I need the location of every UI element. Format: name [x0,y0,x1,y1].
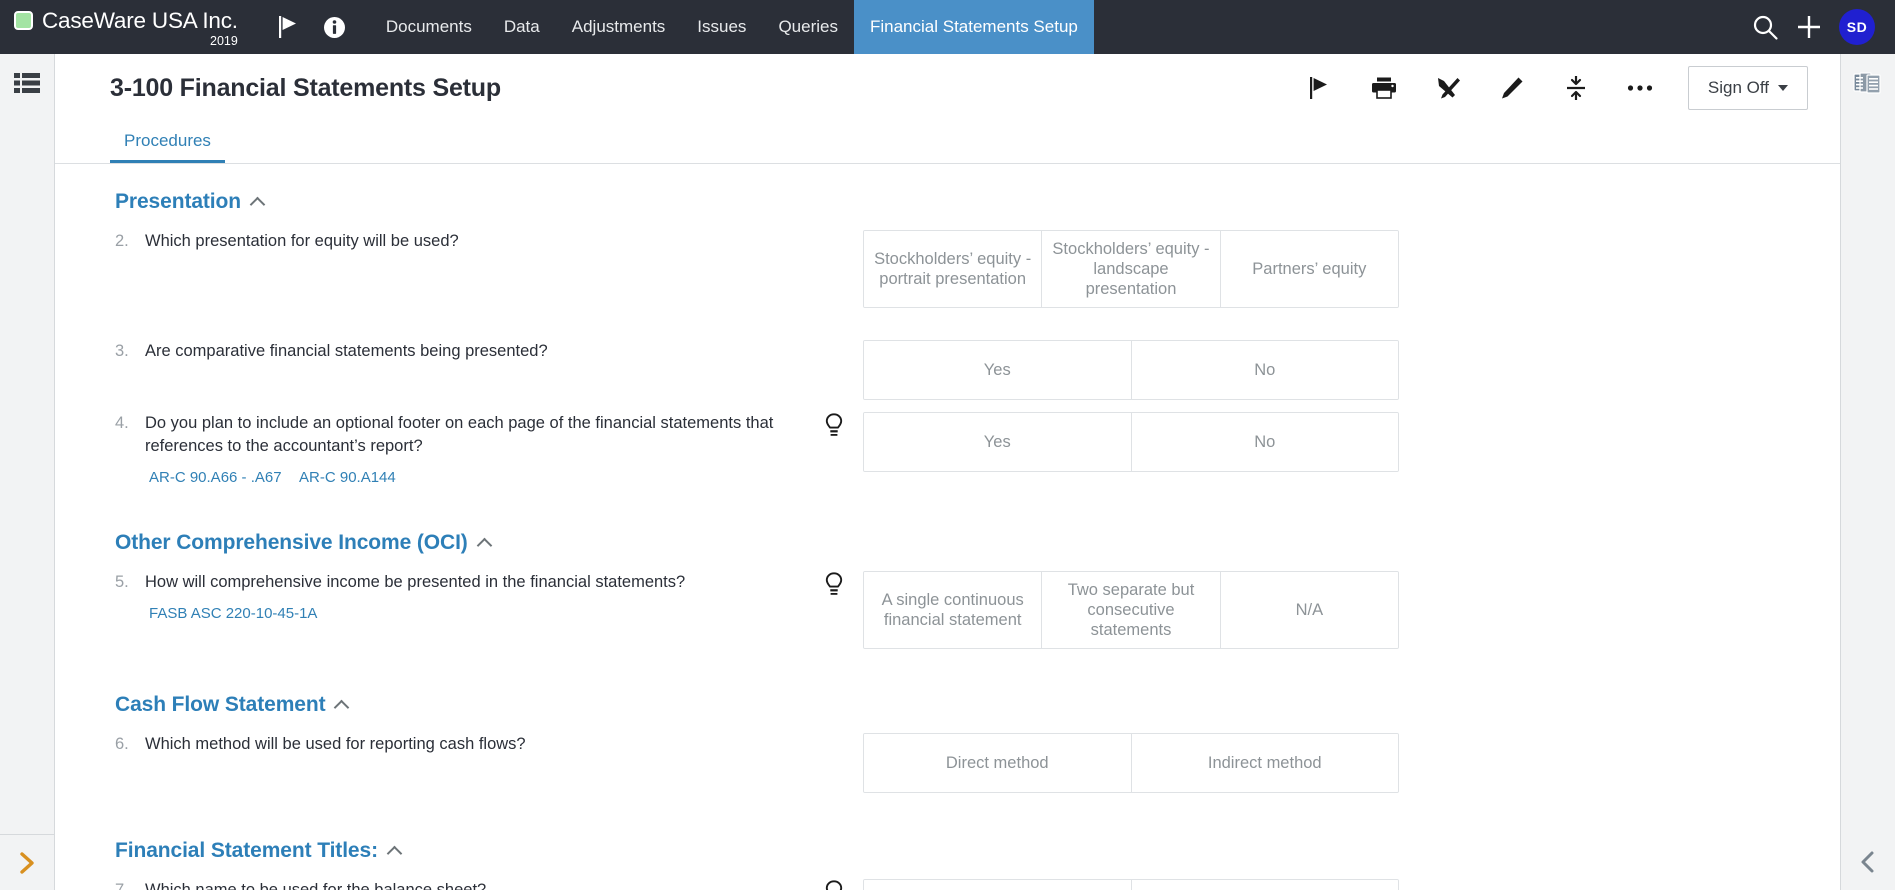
flag-icon[interactable] [266,0,312,54]
menu-item-queries[interactable]: Queries [762,0,854,54]
option-button[interactable]: Statement of Financial Position [1131,880,1399,890]
question-text: Which name to be used for the balance sh… [145,879,805,890]
add-icon[interactable] [1795,13,1823,41]
option-button[interactable]: Partners’ equity [1220,231,1398,307]
brand-name: CaseWare USA Inc. [33,7,238,34]
menu-item-financial-statements-setup[interactable]: Financial Statements Setup [854,0,1094,54]
option-button[interactable]: N/A [1220,572,1398,648]
chevron-up-icon[interactable] [334,700,350,716]
option-button[interactable]: Balance Sheet [864,880,1131,890]
document-list-icon[interactable] [14,72,40,99]
section-presentation: Presentation 2. Which presentation for e… [55,190,1840,487]
flag-icon[interactable] [1288,65,1352,111]
question-text: Are comparative financial statements bei… [145,340,805,363]
sign-off-label: Sign Off [1708,78,1769,98]
caseware-logo-icon [14,11,33,30]
avatar[interactable]: SD [1839,9,1875,45]
option-button[interactable]: Yes [864,341,1131,399]
lightbulb-icon[interactable] [825,413,843,442]
pencil-icon[interactable] [1480,65,1544,111]
answer-options: Yes No [863,412,1399,472]
left-rail [0,54,55,890]
info-icon[interactable] [312,0,358,54]
brand-logo[interactable]: CaseWare USA Inc. 2019 [0,0,238,54]
section-title: Financial Statement Titles: [115,839,378,863]
collapse-all-icon[interactable] [1544,65,1608,111]
bulb-slot [805,230,863,231]
right-rail [1840,54,1895,890]
menu-item-issues[interactable]: Issues [681,0,762,54]
brand-year: 2019 [33,35,238,48]
collapse-panel-button[interactable] [1841,834,1895,890]
question-number: 2. [115,230,145,251]
answer-options: Direct method Indirect method [863,733,1399,793]
lightbulb-icon[interactable] [825,572,843,601]
section-title: Other Comprehensive Income (OCI) [115,531,468,555]
print-icon[interactable] [1352,65,1416,111]
option-button[interactable]: No [1131,341,1399,399]
section-title: Cash Flow Statement [115,693,325,717]
chevron-up-icon[interactable] [476,538,492,554]
answer-options: Balance Sheet Statement of Financial Pos… [863,879,1399,890]
section-cash-flow-statement: Cash Flow Statement 6. Which method will… [55,693,1840,795]
option-button[interactable]: Yes [864,413,1131,471]
option-button[interactable]: Stockholders’ equity - portrait presenta… [864,231,1041,307]
main-content: 3-100 Financial Statements Setup [55,54,1840,890]
question-text: How will comprehensive income be present… [145,571,805,594]
section-financial-statement-titles: Financial Statement Titles: 7. Which nam… [55,839,1840,890]
option-button[interactable]: Two separate but consecutive statements [1041,572,1219,648]
expand-panel-button[interactable] [0,834,54,890]
answer-options: Yes No [863,340,1399,400]
bulb-slot [805,733,863,734]
search-icon[interactable] [1752,14,1779,41]
tab-procedures[interactable]: Procedures [110,131,225,163]
question-number: 7. [115,879,145,890]
section-other-comprehensive-income: Other Comprehensive Income (OCI) 5. How … [55,531,1840,649]
reference-link[interactable]: FASB ASC 220-10-45-1A [149,605,317,622]
question-row: 3. Are comparative financial statements … [115,340,1800,402]
menu-item-documents[interactable]: Documents [370,0,488,54]
question-row: 7. Which name to be used for the balance… [115,879,1800,890]
option-button[interactable]: Indirect method [1131,734,1399,792]
reference-link[interactable]: AR-C 90.A66 - .A67 [149,469,282,486]
tab-bar: Procedures [55,122,1840,164]
question-row: 2. Which presentation for equity will be… [115,230,1800,308]
chevron-up-icon[interactable] [250,197,266,213]
reference-links: FASB ASC 220-10-45-1A [145,605,805,623]
question-number: 3. [115,340,145,361]
menu-item-data[interactable]: Data [488,0,556,54]
reference-links: AR-C 90.A66 - .A67 AR-C 90.A144 [145,469,805,487]
question-number: 4. [115,412,145,433]
lightbulb-icon[interactable] [825,880,843,890]
option-button[interactable]: A single continuous financial statement [864,572,1041,648]
top-navigation-bar: CaseWare USA Inc. 2019 Documents Data Ad… [0,0,1895,54]
section-title: Presentation [115,190,241,214]
bulb-slot [805,340,863,341]
tools-icon[interactable] [1416,65,1480,111]
page-title: 3-100 Financial Statements Setup [110,74,501,103]
answer-options: A single continuous financial statement … [863,571,1399,649]
chevron-down-icon [1778,85,1788,91]
option-button[interactable]: Direct method [864,734,1131,792]
more-icon[interactable] [1608,65,1672,111]
question-text: Which presentation for equity will be us… [145,230,805,253]
answer-options: Stockholders’ equity - portrait presenta… [863,230,1399,308]
document-library-icon[interactable] [1853,70,1883,105]
page-toolbar: Sign Off [1288,65,1808,111]
main-menu: Documents Data Adjustments Issues Querie… [370,0,1094,54]
option-button[interactable]: No [1131,413,1399,471]
procedures-content: Presentation 2. Which presentation for e… [55,164,1840,890]
question-text: Do you plan to include an optional foote… [145,412,805,458]
menu-item-adjustments[interactable]: Adjustments [556,0,682,54]
question-number: 5. [115,571,145,592]
reference-link[interactable]: AR-C 90.A144 [299,469,396,486]
question-row: 5. How will comprehensive income be pres… [115,571,1800,649]
sign-off-button[interactable]: Sign Off [1688,66,1808,110]
question-row: 4. Do you plan to include an optional fo… [115,412,1800,487]
chevron-up-icon[interactable] [387,846,403,862]
question-text: Which method will be used for reporting … [145,733,805,756]
question-number: 6. [115,733,145,754]
question-row: 6. Which method will be used for reporti… [115,733,1800,795]
option-button[interactable]: Stockholders’ equity - landscape present… [1041,231,1219,307]
